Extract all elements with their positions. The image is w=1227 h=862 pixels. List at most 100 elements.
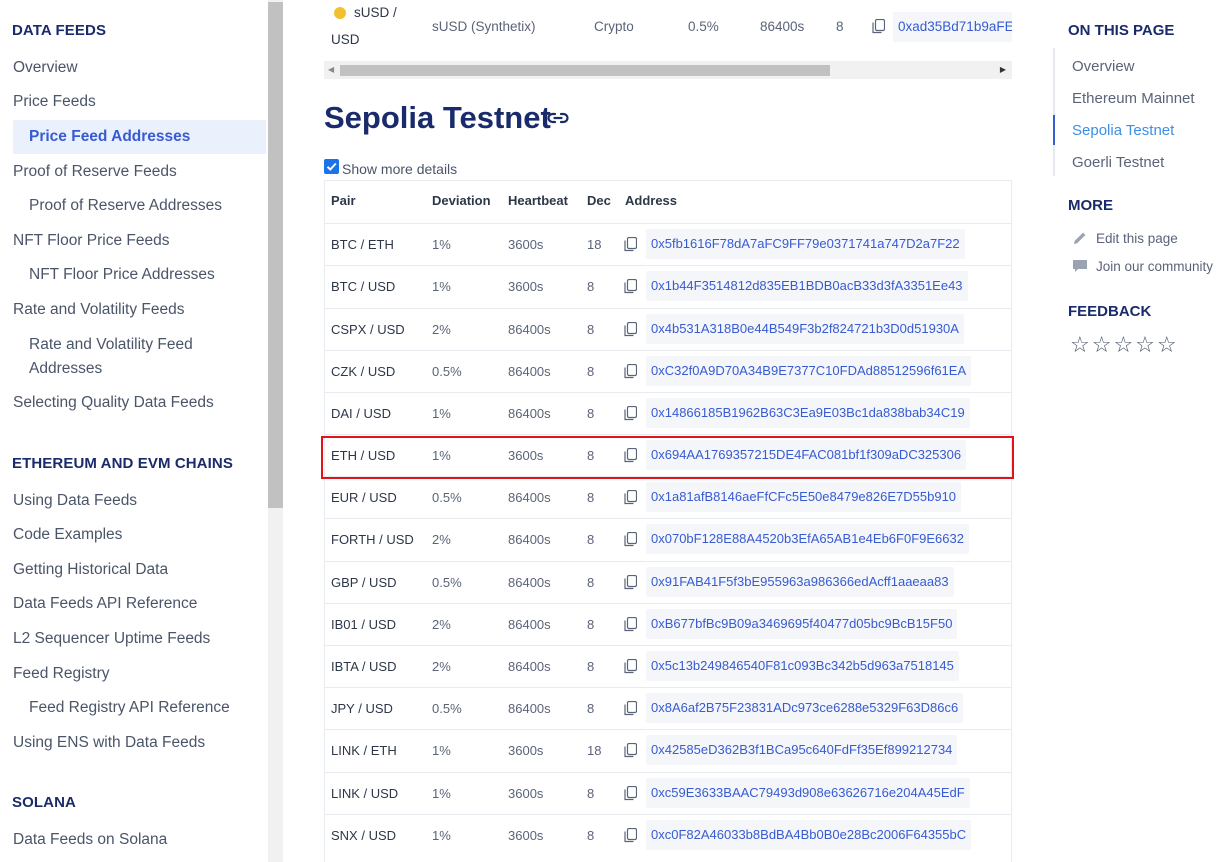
prev-deviation: 0.5% <box>688 19 719 34</box>
table-row: EUR / USD 0.5% 86400s 8 0x1a81afB8146aeFfCFc… <box>325 476 1011 518</box>
table-row: FORTH / USD 2% 86400s 8 0x070bF128E88A4520b3… <box>325 518 1011 560</box>
sidebar-item-nft-floor-price-addresses[interactable]: NFT Floor Price Addresses <box>29 263 215 287</box>
sidebar-item-data-feeds-on-solana[interactable]: Data Feeds on Solana <box>13 828 167 852</box>
cell-heartbeat: 3600s <box>508 743 544 758</box>
address-link[interactable]: 0x42585eD362B3f1BCa95c640FdFf35Ef8992127… <box>646 735 958 765</box>
cell-pair: CZK / USD <box>331 364 396 379</box>
sidebar-section-ethereum-evm: ETHEREUM AND EVM CHAINS <box>12 455 233 472</box>
toc-track <box>1053 48 1055 176</box>
pencil-icon <box>1074 232 1086 244</box>
header-heartbeat: Heartbeat <box>508 193 568 208</box>
more-heading: MORE <box>1068 197 1113 214</box>
toc-active-indicator <box>1053 115 1055 145</box>
address-link[interactable]: 0xB677bfBc9B09a3469695f40477d05bc9BcB15F… <box>646 609 958 639</box>
sidebar-item-getting-historical-data[interactable]: Getting Historical Data <box>13 558 168 582</box>
table-horizontal-scrollbar[interactable]: ◀ ▶ <box>324 61 1012 79</box>
sidebar-item-rate-volatility-feeds[interactable]: Rate and Volatility Feeds <box>13 298 184 322</box>
cell-pair: DAI / USD <box>331 406 391 421</box>
address-link[interactable]: 0x1b44F3514812d835EB1BDB0acB33d3fA3351Ee… <box>646 271 968 301</box>
sidebar-item-feed-registry-api-reference[interactable]: Feed Registry API Reference <box>29 696 230 720</box>
cell-heartbeat: 86400s <box>508 617 551 632</box>
prev-pair-line2: USD <box>331 32 360 47</box>
copy-icon[interactable] <box>624 743 637 758</box>
sidebar-item-feed-registry[interactable]: Feed Registry <box>13 662 109 686</box>
address-link[interactable]: 0xc0F82A46033b8BdBA4Bb0B0e28Bc2006F64355… <box>646 820 972 850</box>
copy-icon[interactable] <box>624 364 637 379</box>
sidebar-item-using-ens[interactable]: Using ENS with Data Feeds <box>13 731 205 755</box>
copy-icon[interactable] <box>624 786 637 801</box>
sidebar-item-data-feeds-api-reference[interactable]: Data Feeds API Reference <box>13 592 197 616</box>
join-community-link[interactable]: Join our community <box>1072 258 1213 274</box>
cell-pair: EUR / USD <box>331 490 397 505</box>
scroll-right-arrow-icon[interactable]: ▶ <box>1000 65 1006 74</box>
copy-icon[interactable] <box>624 575 637 590</box>
show-more-details-checkbox[interactable] <box>324 159 339 174</box>
cell-heartbeat: 86400s <box>508 575 551 590</box>
address-link[interactable]: 0x070bF128E88A4520b3EfA65AB1e4Eb6F0F9E66… <box>646 524 969 554</box>
prev-address-link[interactable]: 0xad35Bd71b9aFE( <box>893 12 1012 42</box>
copy-icon[interactable] <box>624 659 637 674</box>
show-more-details-label[interactable]: Show more details <box>342 161 457 177</box>
copy-icon[interactable] <box>624 279 637 294</box>
sidebar-scrollbar-thumb[interactable] <box>268 2 283 508</box>
sidebar-item-price-feed-addresses[interactable]: Price Feed Addresses <box>29 125 190 149</box>
sidebar-item-proof-of-reserve-feeds[interactable]: Proof of Reserve Feeds <box>13 160 177 184</box>
address-link[interactable]: 0x91FAB41F5f3bE955963a986366edAcff1aaeaa… <box>646 567 954 597</box>
cell-deviation: 2% <box>432 322 451 337</box>
sidebar-item-code-examples[interactable]: Code Examples <box>13 523 122 547</box>
toc-item-overview[interactable]: Overview <box>1072 58 1135 75</box>
copy-icon[interactable] <box>624 406 637 421</box>
cell-deviation: 1% <box>432 786 451 801</box>
toc-item-sepolia-testnet[interactable]: Sepolia Testnet <box>1072 122 1174 139</box>
address-link[interactable]: 0xc59E3633BAAC79493d908e63626716e204A45E… <box>646 778 970 808</box>
sidebar-item-using-data-feeds[interactable]: Using Data Feeds <box>13 489 137 513</box>
copy-icon[interactable] <box>624 322 637 337</box>
copy-icon[interactable] <box>624 701 637 716</box>
copy-icon[interactable] <box>624 828 637 843</box>
scroll-left-arrow-icon[interactable]: ◀ <box>328 65 334 74</box>
address-link[interactable]: 0x5fb1616F78dA7aFC9FF79e0371741a747D2a7F… <box>646 229 965 259</box>
cell-dec: 8 <box>587 786 595 801</box>
horizontal-scrollbar-thumb[interactable] <box>340 65 830 76</box>
sidebar-item-proof-of-reserve-addresses[interactable]: Proof of Reserve Addresses <box>29 194 222 218</box>
copy-icon[interactable] <box>624 617 637 632</box>
copy-icon[interactable] <box>624 532 637 547</box>
address-link[interactable]: 0x4b531A318B0e44B549F3b2f824721b3D0d5193… <box>646 314 964 344</box>
prev-type: Crypto <box>594 19 634 34</box>
cell-pair: BTC / USD <box>331 279 396 294</box>
copy-icon[interactable] <box>624 490 637 505</box>
address-link[interactable]: 0x8A6af2B75F23831ADc973ce6288e5329F63D86… <box>646 693 964 723</box>
sidebar-scrollbar[interactable] <box>268 0 283 862</box>
sidebar-item-nft-floor-price-feeds[interactable]: NFT Floor Price Feeds <box>13 229 169 253</box>
feedback-heading: FEEDBACK <box>1068 303 1152 320</box>
anchor-link-icon[interactable] <box>546 108 570 128</box>
sidebar-item-rate-volatility-addresses[interactable]: Rate and Volatility Feed Addresses <box>29 333 259 381</box>
copy-icon[interactable] <box>624 237 637 252</box>
edit-this-page-link[interactable]: Edit this page <box>1072 230 1178 246</box>
address-link[interactable]: 0xC32f0A9D70A34B9E7377C10FDAd88512596f61… <box>646 356 972 386</box>
cell-deviation: 2% <box>432 659 451 674</box>
sidebar-item-price-feeds[interactable]: Price Feeds <box>13 90 96 114</box>
sidebar-item-selecting-quality-data-feeds[interactable]: Selecting Quality Data Feeds <box>13 391 214 415</box>
copy-icon[interactable] <box>872 19 885 34</box>
toc-item-goerli-testnet[interactable]: Goerli Testnet <box>1072 154 1164 171</box>
cell-deviation: 2% <box>432 617 451 632</box>
cell-deviation: 1% <box>432 279 451 294</box>
previous-table-row: sUSD / USD sUSD (Synthetix) Crypto 0.5% … <box>324 0 1012 60</box>
sidebar-item-l2-sequencer-uptime-feeds[interactable]: L2 Sequencer Uptime Feeds <box>13 627 210 651</box>
feedback-star-rating[interactable]: ☆☆☆☆☆ <box>1070 332 1179 358</box>
toc-item-ethereum-mainnet[interactable]: Ethereum Mainnet <box>1072 90 1195 107</box>
header-dec: Dec <box>587 193 611 208</box>
address-link[interactable]: 0x5c13b249846540F81c093Bc342b5d963a75181… <box>646 651 959 681</box>
cell-pair: IBTA / USD <box>331 659 397 674</box>
cell-deviation: 0.5% <box>432 575 462 590</box>
table-row: SNX / USD 1% 3600s 8 0xc0F82A46033b8BdBA4Bb0… <box>325 814 1011 856</box>
cell-deviation: 1% <box>432 406 451 421</box>
address-link[interactable]: 0x14866185B1962B63C3Ea9E03Bc1da838bab34C… <box>646 398 970 428</box>
address-link[interactable]: 0x1a81afB8146aeFfCFc5E50e8479e826E7D55b9… <box>646 482 962 512</box>
checkmark-icon <box>326 162 337 171</box>
cell-heartbeat: 3600s <box>508 828 544 843</box>
cell-heartbeat: 86400s <box>508 364 551 379</box>
cell-heartbeat: 86400s <box>508 659 551 674</box>
sidebar-item-overview[interactable]: Overview <box>13 56 78 80</box>
